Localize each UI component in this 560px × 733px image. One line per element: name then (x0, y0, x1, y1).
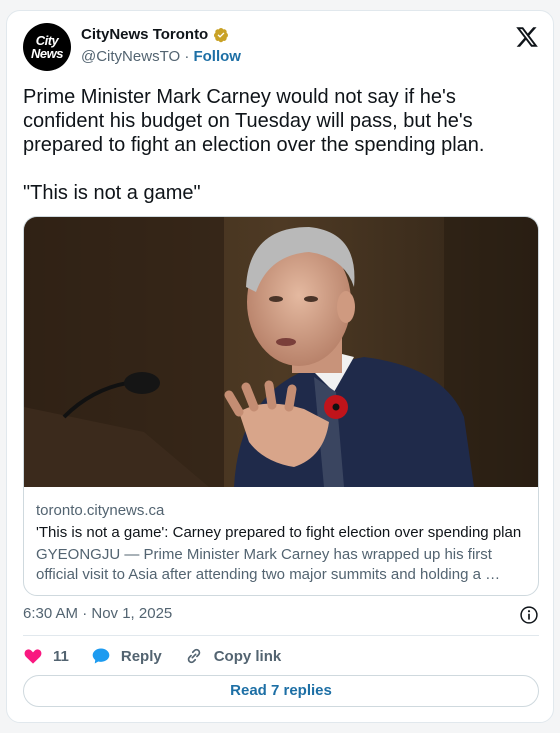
read-replies-button[interactable]: Read 7 replies (23, 675, 539, 707)
avatar-text-line2: News (31, 46, 63, 61)
link-preview-card[interactable]: toronto.citynews.ca 'This is not a game'… (23, 216, 539, 596)
avatar[interactable]: City News (23, 23, 71, 71)
article-photo (24, 217, 538, 487)
info-icon[interactable] (519, 605, 539, 625)
tweet-text: Prime Minister Mark Carney would not say… (23, 86, 485, 204)
heart-icon (24, 649, 42, 664)
author-name[interactable]: CityNews Toronto (81, 26, 208, 43)
link-description: GYEONGJU — Prime Minister Mark Carney ha… (36, 546, 501, 583)
link-domain: toronto.citynews.ca (36, 502, 165, 519)
reply-label: Reply (120, 647, 162, 665)
reply-button[interactable]: Reply (91, 646, 162, 666)
divider (23, 635, 539, 636)
like-button[interactable]: 11 (23, 646, 69, 666)
speech-bubble-icon (92, 648, 110, 664)
handle-row: @CityNewsTO · Follow (81, 48, 241, 65)
follow-button[interactable]: Follow (193, 48, 241, 65)
like-count: 11 (53, 647, 69, 665)
action-bar: 11 Reply Copy link (23, 644, 539, 668)
timestamp[interactable]: 6:30 AM · Nov 1, 2025 (23, 605, 172, 622)
verified-badge-icon (214, 27, 229, 42)
copy-link-label: Copy link (213, 647, 282, 665)
author-handle[interactable]: @CityNewsTO (81, 48, 180, 65)
copy-link-button[interactable]: Copy link (184, 646, 282, 666)
author-name-row: CityNews Toronto (81, 26, 229, 43)
handle-separator: · (184, 48, 190, 65)
link-icon (187, 648, 200, 664)
link-meta: toronto.citynews.ca 'This is not a game'… (36, 501, 528, 585)
link-title[interactable]: 'This is not a game': Carney prepared to… (36, 523, 528, 543)
tweet-header: City News CityNews Toronto @CityNewsTO ·… (23, 23, 539, 73)
tweet-card: City News CityNews Toronto @CityNewsTO ·… (6, 10, 554, 723)
timestamp-row: 6:30 AM · Nov 1, 2025 (23, 605, 539, 627)
x-logo-icon[interactable] (515, 25, 539, 49)
